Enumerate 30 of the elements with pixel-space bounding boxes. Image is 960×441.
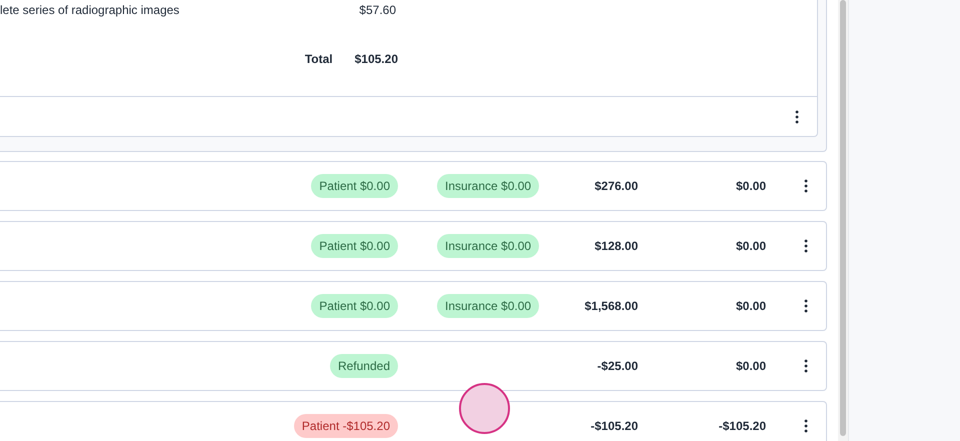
scrollbar-thumb[interactable] — [840, 0, 846, 436]
more-icon — [804, 239, 808, 253]
line-item-amount: $57.60 — [358, 2, 396, 19]
more-icon — [804, 299, 808, 313]
status-badge: Insurance $0.00 — [437, 174, 540, 198]
more-icon — [804, 419, 808, 433]
more-icon — [804, 359, 808, 373]
more-icon — [804, 179, 808, 193]
balance-value: -$105.20 — [718, 418, 766, 435]
status-badge: Patient $0.00 — [311, 174, 398, 198]
amount-value: $276.00 — [594, 178, 638, 195]
balance-value: $0.00 — [734, 298, 766, 315]
amount-value: $1,568.00 — [584, 298, 638, 315]
status-badge: Patient $0.00 — [311, 234, 398, 258]
amount-value: -$25.00 — [596, 358, 638, 375]
status-badge: Refunded — [330, 354, 398, 378]
total-label: Total — [304, 51, 333, 68]
more-icon — [795, 110, 799, 124]
balance-value: $0.00 — [734, 178, 766, 195]
balance-value: $0.00 — [734, 238, 766, 255]
line-item-description: lete series of radiographic images — [0, 2, 180, 19]
status-badge: Patient -$105.20 — [294, 414, 398, 438]
amount-value: $128.00 — [594, 238, 638, 255]
touch-indicator — [459, 383, 510, 434]
status-badge: Patient $0.00 — [311, 294, 398, 318]
total-value: $105.20 — [354, 51, 398, 68]
status-badge: Insurance $0.00 — [437, 234, 540, 258]
amount-value: -$105.20 — [590, 418, 638, 435]
status-badge: Insurance $0.00 — [437, 294, 540, 318]
balance-value: $0.00 — [734, 358, 766, 375]
